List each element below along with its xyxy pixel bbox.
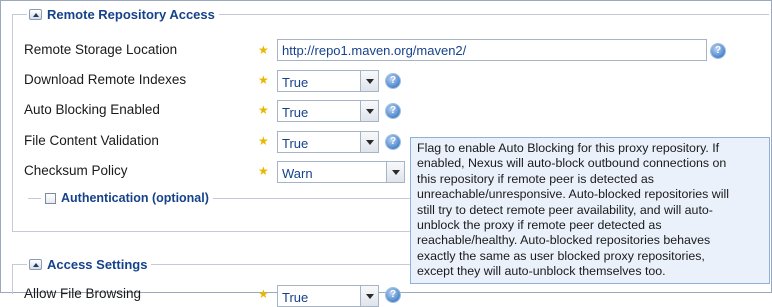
auto-blocking-select[interactable]: True (277, 100, 379, 122)
tooltip-line: except they will auto-unblock themselves… (417, 264, 666, 279)
allow-browsing-select[interactable]: True (277, 285, 379, 307)
remote-storage-label: Remote Storage Location (24, 42, 178, 57)
authentication-checkbox[interactable] (45, 192, 56, 204)
combo-value: True (277, 70, 361, 92)
chevron-down-icon[interactable] (361, 70, 379, 92)
required-star-icon: ★ (258, 73, 269, 87)
tooltip-line: still try to detect remote peer availabi… (417, 202, 713, 217)
tooltip-line: unblock the proxy if remote peer detecte… (417, 218, 662, 233)
section-title: Access Settings (47, 256, 148, 272)
help-icon[interactable]: ? (386, 288, 400, 302)
section-title: Remote Repository Access (47, 6, 215, 22)
required-star-icon: ★ (258, 43, 269, 57)
chevron-down-icon[interactable] (361, 100, 379, 122)
required-star-icon: ★ (258, 164, 269, 178)
collapse-toggle-button[interactable] (29, 258, 42, 270)
chevron-down-icon[interactable] (361, 285, 379, 307)
chevron-down-icon[interactable] (387, 161, 405, 183)
tooltip-line: exactly the same as user blocked proxy r… (417, 248, 705, 263)
tooltip-line: this repository if remote peer is detect… (417, 171, 654, 186)
tooltip-line: Flag to enable Auto Blocking for this pr… (417, 141, 720, 155)
download-indexes-select[interactable]: True (277, 70, 379, 92)
tooltip-line: reachable/healthy. Auto-blocked reposito… (417, 233, 711, 248)
allow-browsing-label: Allow File Browsing (24, 286, 142, 301)
fieldset-border (12, 264, 13, 294)
auto-blocking-tooltip: Flag to enable Auto Blocking for this pr… (410, 137, 770, 284)
chevron-down-icon[interactable] (361, 131, 379, 153)
required-star-icon: ★ (258, 134, 269, 148)
section-legend-remote-access: Remote Repository Access (27, 6, 219, 22)
help-icon[interactable]: ? (711, 44, 725, 58)
section-title: Authentication (optional) (61, 191, 209, 205)
combo-value: True (277, 131, 361, 153)
combo-value: True (277, 100, 361, 122)
tooltip-line: unreachable/unresponsive. Auto-blocked r… (417, 187, 730, 202)
required-star-icon: ★ (258, 287, 269, 301)
checksum-policy-label: Checksum Policy (24, 163, 128, 178)
help-icon[interactable]: ? (386, 135, 400, 149)
help-icon[interactable]: ? (386, 104, 400, 118)
section-legend-authentication: Authentication (optional) (41, 190, 213, 206)
collapse-toggle-button[interactable] (29, 8, 42, 20)
file-validation-label: File Content Validation (24, 133, 159, 148)
download-indexes-label: Download Remote Indexes (24, 72, 187, 87)
required-star-icon: ★ (258, 103, 269, 117)
combo-value: Warn (277, 161, 387, 183)
checksum-policy-select[interactable]: Warn (277, 161, 405, 183)
tooltip-line: enabled, Nexus will auto-block outbound … (417, 156, 727, 171)
combo-value: True (277, 285, 361, 307)
remote-storage-input[interactable] (277, 39, 707, 61)
fieldset-border (12, 14, 13, 232)
section-legend-access-settings: Access Settings (27, 256, 152, 272)
file-validation-select[interactable]: True (277, 131, 379, 153)
auto-blocking-label: Auto Blocking Enabled (24, 102, 160, 117)
help-icon[interactable]: ? (386, 74, 400, 88)
